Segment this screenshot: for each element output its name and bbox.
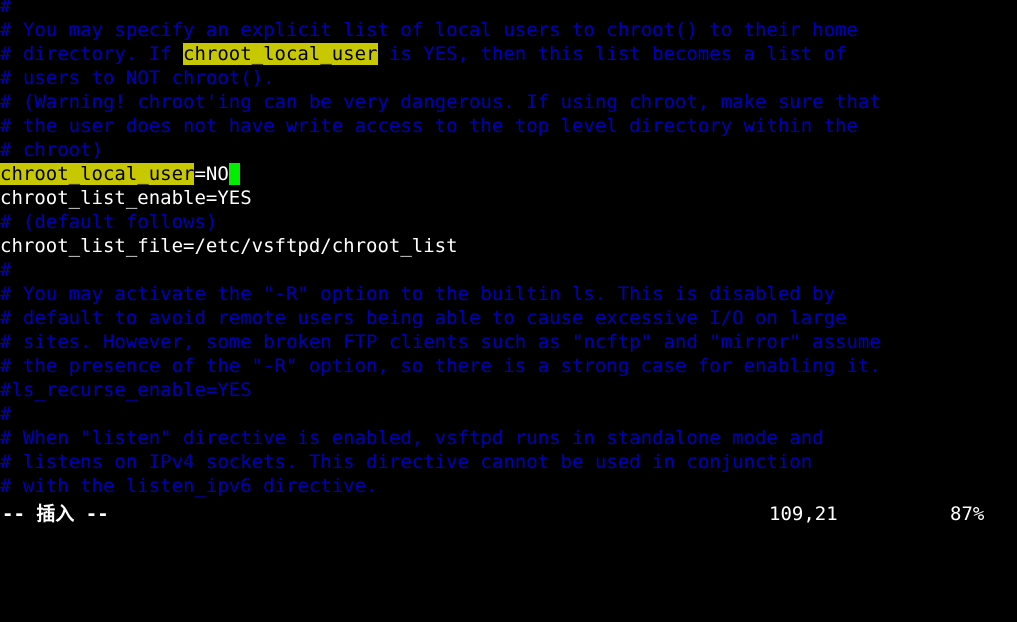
- comment-text: # listens on IPv4 sockets. This directiv…: [0, 451, 813, 473]
- search-match-highlight: chroot_local_user: [0, 163, 195, 185]
- comment-text: # You may activate the "-R" option to th…: [0, 283, 836, 305]
- terminal-window[interactable]: # # You may specify an explicit list of l…: [0, 0, 1017, 529]
- comment-text: is YES, then this list becomes a list of: [377, 43, 847, 65]
- comment-text: # (default follows): [0, 211, 218, 233]
- editor-line[interactable]: # (default follows): [0, 210, 1017, 234]
- comment-text: # directory. If: [0, 43, 184, 65]
- editor-line[interactable]: #: [0, 402, 1017, 426]
- comment-text: # sites. However, some broken FTP client…: [0, 331, 881, 353]
- code-text: chroot_list_file=/etc/vsftpd/chroot_list: [0, 235, 458, 257]
- comment-text: # with the listen_ipv6 directive.: [0, 475, 378, 497]
- comment-text: #: [0, 403, 12, 425]
- editor-line[interactable]: # (Warning! chroot'ing can be very dange…: [0, 90, 1017, 114]
- vim-mode-indicator: -- 插入 --: [2, 503, 109, 525]
- comment-text: # default to avoid remote users being ab…: [0, 307, 847, 329]
- editor-line[interactable]: #: [0, 258, 1017, 282]
- code-text: chroot_list_enable=YES: [0, 187, 252, 209]
- editor-line[interactable]: # chroot): [0, 138, 1017, 162]
- editor-line[interactable]: # the presence of the "-R" option, so th…: [0, 354, 1017, 378]
- text-cursor[interactable]: [228, 163, 241, 185]
- editor-line[interactable]: # When "listen" directive is enabled, vs…: [0, 426, 1017, 450]
- comment-text: #: [0, 0, 12, 17]
- editor-line[interactable]: chroot_local_user=NO: [0, 162, 1017, 186]
- editor-line[interactable]: # You may specify an explicit list of lo…: [0, 18, 1017, 42]
- comment-text: #: [0, 259, 12, 281]
- comment-text: # the presence of the "-R" option, so th…: [0, 355, 881, 377]
- editor-buffer[interactable]: # # You may specify an explicit list of l…: [0, 0, 1017, 498]
- comment-text: #ls_recurse_enable=YES: [0, 379, 252, 401]
- comment-text: # (Warning! chroot'ing can be very dange…: [0, 91, 881, 113]
- editor-line[interactable]: chroot_list_file=/etc/vsftpd/chroot_list: [0, 234, 1017, 258]
- scroll-percent: 87%: [950, 503, 985, 525]
- editor-line[interactable]: # with the listen_ipv6 directive.: [0, 474, 1017, 498]
- editor-line[interactable]: # default to avoid remote users being ab…: [0, 306, 1017, 330]
- vim-status-line: -- 插入 -- 109,21 87%: [0, 502, 1017, 526]
- editor-line[interactable]: # sites. However, some broken FTP client…: [0, 330, 1017, 354]
- comment-text: # When "listen" directive is enabled, vs…: [0, 427, 824, 449]
- editor-line[interactable]: # the user does not have write access to…: [0, 114, 1017, 138]
- code-text: =NO: [194, 163, 229, 185]
- editor-line[interactable]: #: [0, 0, 1017, 18]
- comment-text: # users to NOT chroot().: [0, 67, 275, 89]
- comment-text: # chroot): [0, 139, 103, 161]
- editor-line[interactable]: chroot_list_enable=YES: [0, 186, 1017, 210]
- editor-line[interactable]: # directory. If chroot_local_user is YES…: [0, 42, 1017, 66]
- editor-line[interactable]: # users to NOT chroot().: [0, 66, 1017, 90]
- editor-line[interactable]: # listens on IPv4 sockets. This directiv…: [0, 450, 1017, 474]
- search-match-highlight: chroot_local_user: [183, 43, 378, 65]
- editor-line[interactable]: # You may activate the "-R" option to th…: [0, 282, 1017, 306]
- comment-text: # You may specify an explicit list of lo…: [0, 19, 858, 41]
- editor-line[interactable]: #ls_recurse_enable=YES: [0, 378, 1017, 402]
- cursor-position-ruler: 109,21: [769, 503, 838, 525]
- comment-text: # the user does not have write access to…: [0, 115, 858, 137]
